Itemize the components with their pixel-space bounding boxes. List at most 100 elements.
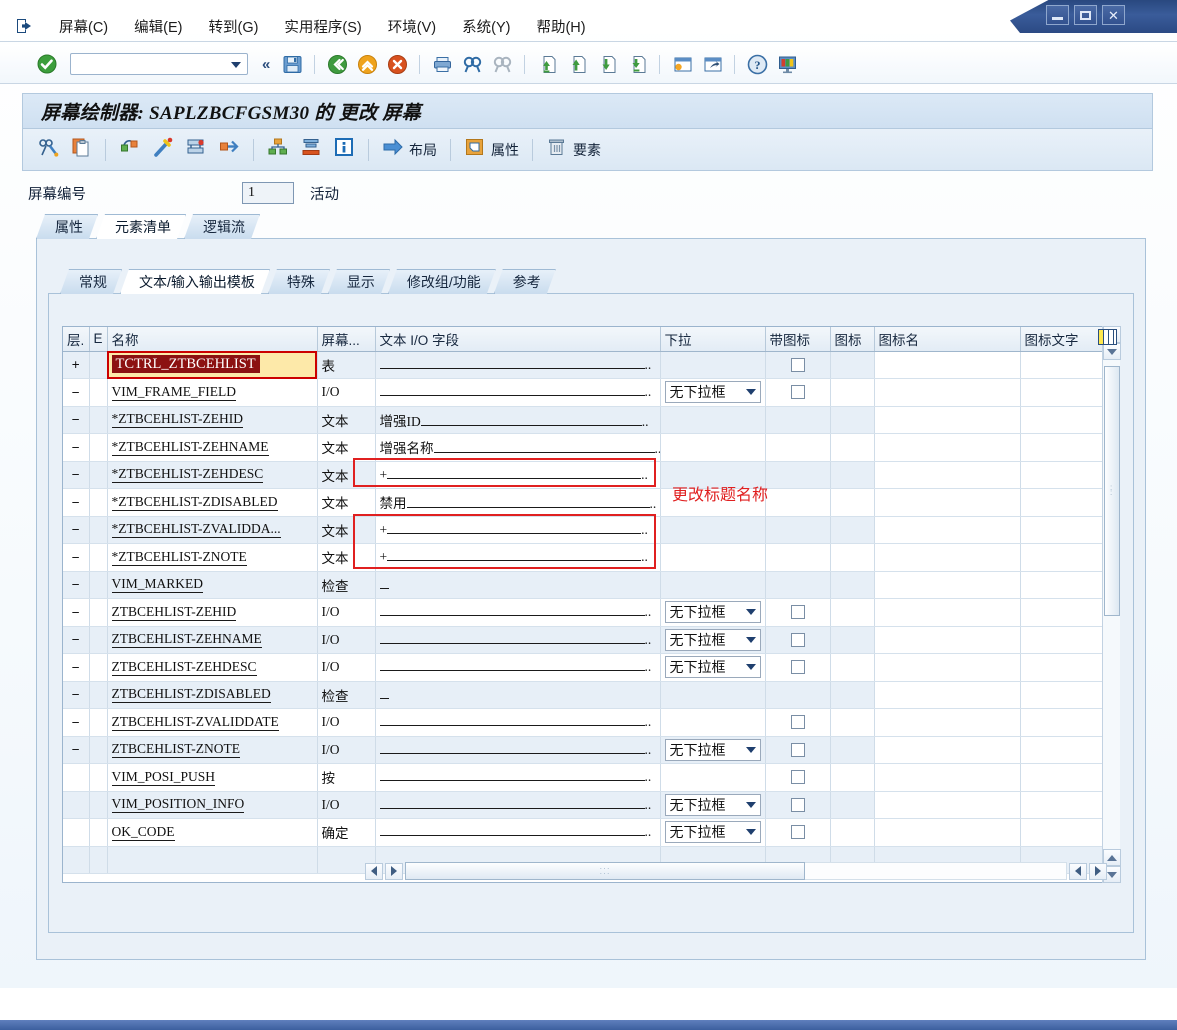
last-page-icon[interactable]: [624, 51, 650, 77]
table-row[interactable]: − ZTBCEHLIST-ZEHDESC I/O.. 无下拉框: [63, 653, 1104, 682]
cell-text-io-field[interactable]: ..: [375, 708, 661, 737]
cell-level[interactable]: −: [63, 406, 90, 434]
new-session-icon[interactable]: [669, 51, 695, 77]
cell-level[interactable]: [63, 763, 90, 792]
col-text-io-field[interactable]: 文本 I/O 字段: [375, 327, 661, 352]
cell-e[interactable]: [89, 461, 108, 489]
next-page-icon[interactable]: [594, 51, 620, 77]
scroll-left-button[interactable]: [365, 862, 383, 880]
menu-item-utilities[interactable]: 实用程序(S): [275, 13, 370, 40]
cell-icon-text[interactable]: [1020, 763, 1104, 792]
cell-level[interactable]: −: [63, 433, 90, 462]
cell-empty[interactable]: [89, 846, 108, 874]
exit-icon[interactable]: [354, 51, 380, 77]
cell-with-icon[interactable]: [765, 736, 831, 764]
cell-icon[interactable]: [830, 571, 875, 599]
first-page-icon[interactable]: [534, 51, 560, 77]
table-row[interactable]: − *ZTBCEHLIST-ZVALIDDA... 文本 +..: [63, 516, 1104, 544]
cell-icon-text[interactable]: [1020, 516, 1104, 544]
elements-delete-button[interactable]: 要素: [542, 136, 605, 164]
cell-with-icon[interactable]: [765, 543, 831, 572]
cell-icon-text[interactable]: [1020, 461, 1104, 489]
col-icon-text[interactable]: 图标文字: [1020, 327, 1104, 352]
cell-icon[interactable]: [830, 791, 875, 819]
cell-with-icon[interactable]: [765, 681, 831, 709]
cell-dropdown[interactable]: 无下拉框: [660, 736, 766, 764]
cell-icon-name[interactable]: [874, 378, 1021, 407]
tab-element-list[interactable]: 元素清单: [96, 214, 186, 239]
cell-level[interactable]: −: [63, 378, 90, 407]
cell-screen-type[interactable]: I/O: [317, 626, 376, 654]
cell-e[interactable]: [89, 543, 108, 572]
cell-with-icon[interactable]: [765, 791, 831, 819]
cell-icon-name[interactable]: [874, 653, 1021, 682]
hierarchy-button[interactable]: [263, 136, 293, 164]
cell-dropdown[interactable]: [660, 406, 766, 434]
cell-level[interactable]: +: [63, 351, 90, 379]
element-list-button[interactable]: [115, 136, 145, 164]
cell-dropdown[interactable]: [660, 433, 766, 462]
minimize-button[interactable]: [1046, 5, 1069, 25]
menu-item-edit[interactable]: 编辑(E): [125, 13, 191, 40]
tab-general[interactable]: 常规: [60, 269, 122, 294]
cell-icon-name[interactable]: [874, 516, 1021, 544]
save-icon[interactable]: [279, 51, 305, 77]
table-row[interactable]: − *ZTBCEHLIST-ZEHID 文本 增强ID..: [63, 406, 1104, 434]
cell-icon[interactable]: [830, 488, 875, 517]
cell-dropdown[interactable]: 无下拉框: [660, 626, 766, 654]
cell-icon-text[interactable]: [1020, 543, 1104, 572]
cell-name[interactable]: ZTBCEHLIST-ZDISABLED: [107, 681, 318, 709]
cell-icon-text[interactable]: [1020, 736, 1104, 764]
cell-e[interactable]: [89, 571, 108, 599]
close-button[interactable]: ✕: [1102, 5, 1125, 25]
cell-level[interactable]: [63, 791, 90, 819]
cell-name[interactable]: *ZTBCEHLIST-ZEHDESC: [107, 461, 318, 489]
tab-text-io-template[interactable]: 文本/输入输出模板: [120, 269, 270, 294]
cell-dropdown[interactable]: [660, 543, 766, 572]
cell-icon[interactable]: [830, 406, 875, 434]
col-level[interactable]: 层.: [63, 327, 90, 352]
cell-text-io-field[interactable]: ..: [375, 351, 661, 379]
cell-icon[interactable]: [830, 378, 875, 407]
col-dropdown[interactable]: 下拉: [660, 327, 766, 352]
hscroll-thumb[interactable]: ··· ···: [405, 862, 805, 880]
cell-screen-type[interactable]: 检查: [317, 571, 376, 599]
cell-name[interactable]: *ZTBCEHLIST-ZNOTE: [107, 543, 318, 572]
cell-screen-type[interactable]: 检查: [317, 681, 376, 709]
cell-text-io-field[interactable]: ..: [375, 791, 661, 819]
cell-level[interactable]: −: [63, 598, 90, 627]
cell-icon-text[interactable]: [1020, 598, 1104, 627]
cell-text-io-field[interactable]: ..: [375, 653, 661, 682]
find-next-icon[interactable]: [489, 51, 515, 77]
cell-e[interactable]: [89, 626, 108, 654]
col-screen-type[interactable]: 屏幕...: [317, 327, 376, 352]
cell-icon[interactable]: [830, 351, 875, 379]
cell-icon[interactable]: [830, 736, 875, 764]
cell-text-io-field[interactable]: +..: [375, 543, 661, 572]
cell-icon[interactable]: [830, 708, 875, 737]
cell-dropdown[interactable]: [660, 708, 766, 737]
cell-e[interactable]: [89, 406, 108, 434]
table-row[interactable]: −*ZTBCEHLIST-ZEHNAME文本增强名称..: [63, 433, 1104, 462]
cell-name[interactable]: *ZTBCEHLIST-ZEHNAME: [107, 433, 318, 462]
flow-logic-button[interactable]: [181, 136, 211, 164]
table-row[interactable]: − *ZTBCEHLIST-ZEHDESC 文本 +..: [63, 461, 1104, 489]
cell-e[interactable]: [89, 433, 108, 462]
cell-screen-type[interactable]: 文本: [317, 543, 376, 572]
cell-with-icon[interactable]: [765, 626, 831, 654]
cell-e[interactable]: [89, 351, 108, 379]
wizard-button[interactable]: [148, 136, 178, 164]
cell-icon[interactable]: [830, 516, 875, 544]
table-row[interactable]: − *ZTBCEHLIST-ZDISABLED 文本 禁用..: [63, 488, 1104, 517]
cell-icon-text[interactable]: [1020, 378, 1104, 407]
info-button[interactable]: [329, 136, 359, 164]
cell-screen-type[interactable]: I/O: [317, 598, 376, 627]
table-row[interactable]: − ZTBCEHLIST-ZNOTE I/O.. 无下拉框: [63, 736, 1104, 764]
tab-display[interactable]: 显示: [328, 269, 390, 294]
col-icon[interactable]: 图标: [830, 327, 875, 352]
cell-dropdown[interactable]: [660, 516, 766, 544]
cell-level[interactable]: −: [63, 626, 90, 654]
cell-with-icon[interactable]: [765, 433, 831, 462]
cell-icon-name[interactable]: [874, 818, 1021, 847]
screen-number-input[interactable]: 1: [242, 182, 294, 204]
